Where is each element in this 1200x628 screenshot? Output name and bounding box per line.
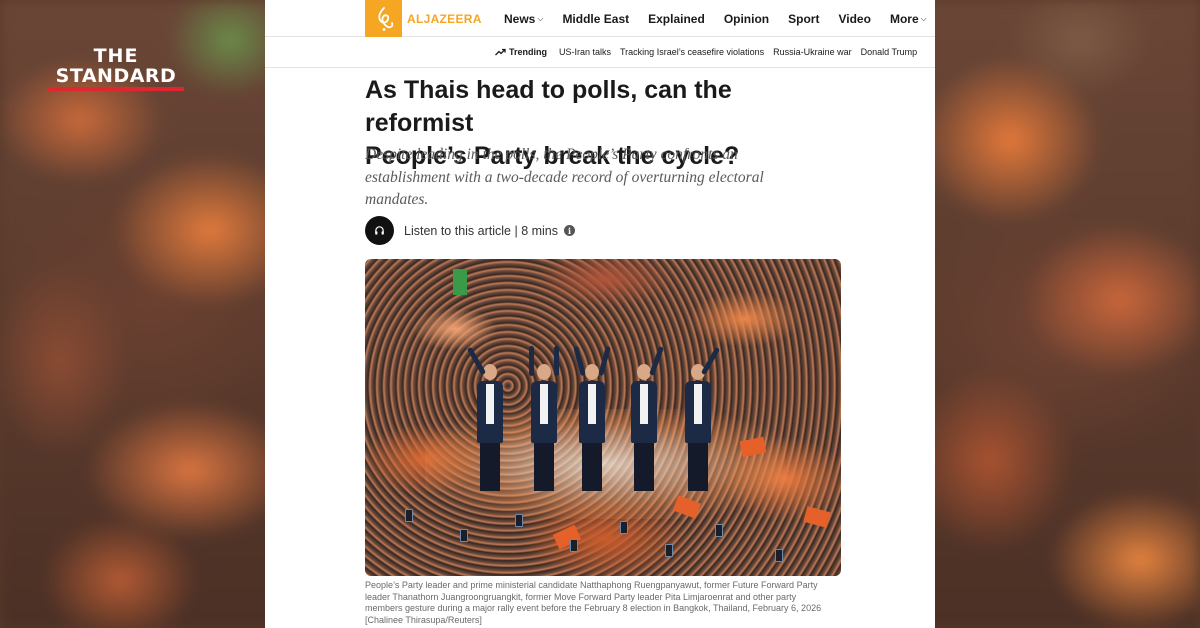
phone-icon — [405, 509, 413, 522]
nav-item-video[interactable]: Video — [838, 12, 870, 26]
image-caption: People’s Party leader and prime minister… — [365, 580, 822, 625]
nav-item-opinion[interactable]: Opinion — [724, 12, 769, 26]
nav-label: Opinion — [723, 11, 770, 26]
phone-icon — [665, 544, 673, 557]
logo-line-standard: STANDARD — [55, 65, 177, 87]
trending-link[interactable]: Tracking Israel’s ceasefire violations — [620, 47, 764, 57]
brand-name[interactable]: ALJAZEERA — [407, 12, 482, 26]
nav-label: News — [504, 11, 536, 26]
trending-label: Trending — [495, 47, 547, 57]
aljazeera-logo-icon[interactable] — [365, 0, 402, 37]
nav-label: Explained — [648, 11, 705, 26]
nav-label: Sport — [788, 11, 820, 26]
nav-item-news[interactable]: News ⌵ — [504, 12, 543, 26]
nav-item-sport[interactable]: Sport — [788, 12, 819, 26]
listen-button[interactable] — [365, 216, 394, 245]
nav-item-more[interactable]: More ⌵ — [890, 12, 927, 26]
site-brand[interactable]: ALJAZEERA — [365, 0, 482, 37]
listen-text: Listen to this article | 8 mins — [404, 223, 559, 238]
trending-bar: Trending US-Iran talks Tracking Israel’s… — [265, 37, 935, 68]
calligraphy-mark-icon — [377, 6, 393, 31]
logo-red-bar — [48, 87, 184, 91]
chevron-down-icon: ⌵ — [537, 13, 544, 23]
logo-line-the: THE — [93, 45, 139, 67]
article-hero-image — [365, 259, 841, 576]
site-header: ALJAZEERA News ⌵ Middle East Explained Op… — [265, 0, 935, 37]
phone-icon — [460, 529, 468, 542]
figure — [466, 346, 503, 491]
figure — [573, 345, 611, 491]
nav-item-explained[interactable]: Explained — [648, 12, 705, 26]
trending-link[interactable]: Russia-Ukraine war — [773, 47, 852, 57]
main-nav: News ⌵ Middle East Explained Opinion Spor… — [504, 0, 935, 37]
listen-to-article: Listen to this article | 8 mins i — [365, 216, 576, 245]
nav-label: More — [889, 11, 919, 26]
figure — [631, 346, 664, 491]
trending-link[interactable]: Donald Trump — [861, 47, 918, 57]
phone-icon — [515, 514, 523, 527]
trending-label-text: Trending — [509, 47, 547, 57]
headphones-icon — [375, 226, 384, 235]
headline-line: As Thais head to polls, can the reformis… — [365, 76, 732, 137]
info-icon[interactable]: i — [564, 225, 576, 236]
trending-link[interactable]: US-Iran talks — [559, 47, 611, 57]
phone-icon — [570, 539, 578, 552]
article-screenshot: ALJAZEERA News ⌵ Middle East Explained Op… — [265, 0, 935, 628]
trending-arrow-icon — [495, 48, 506, 56]
nav-item-middle-east[interactable]: Middle East — [562, 12, 629, 26]
article-deck: Despite leading in the polls, the People… — [365, 146, 764, 208]
phone-icon — [775, 549, 783, 562]
orange-flag — [803, 506, 831, 528]
nav-label: Middle East — [562, 11, 630, 26]
phone-icon — [715, 524, 723, 537]
nav-label: Video — [838, 11, 871, 26]
green-banner — [453, 269, 467, 295]
chevron-down-icon: ⌵ — [920, 13, 927, 23]
figure — [685, 346, 721, 491]
phone-icon — [620, 521, 628, 534]
figure — [529, 346, 559, 491]
the-standard-logo: THE STANDARD — [48, 46, 184, 91]
